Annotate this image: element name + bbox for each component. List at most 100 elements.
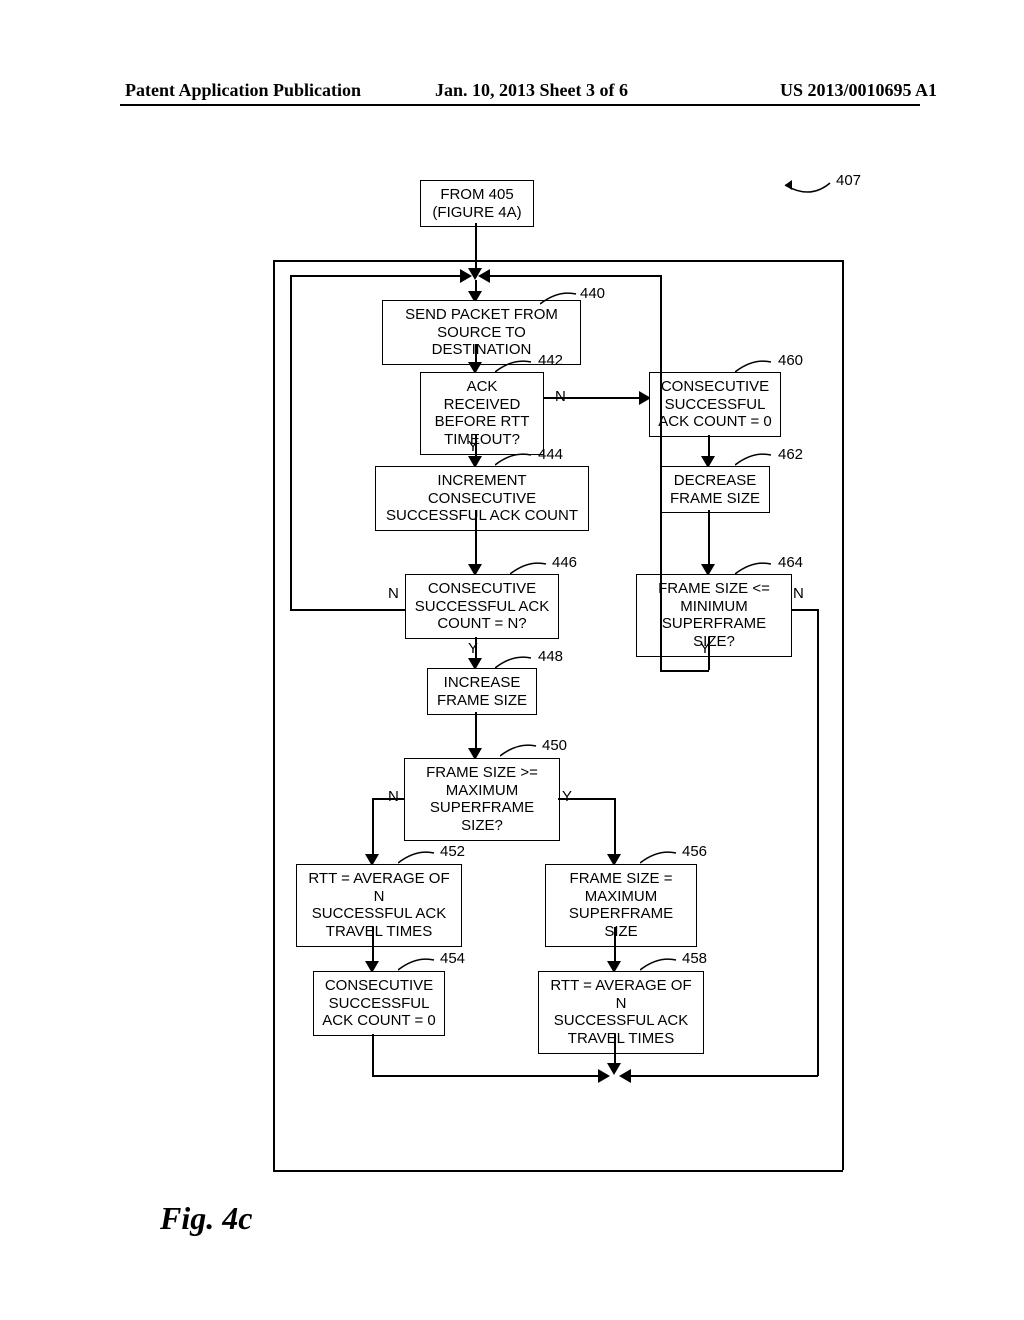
ref-454: 454	[440, 950, 465, 967]
b446-yes: Y	[468, 640, 478, 657]
box-442: ACK RECEIVED BEFORE RTT TIMEOUT?	[420, 372, 544, 455]
box-452: RTT = AVERAGE OF N SUCCESSFUL ACK TRAVEL…	[296, 864, 462, 947]
ref-462: 462	[778, 446, 803, 463]
conn-merge-rightloop	[625, 1075, 818, 1077]
conn-450-452-v	[372, 798, 374, 860]
b442-l2: BEFORE RTT	[435, 413, 530, 430]
ref-444-leader	[495, 451, 535, 469]
b440-l1: SEND PACKET FROM	[405, 306, 558, 323]
ref-446: 446	[552, 554, 577, 571]
box-448: INCREASE FRAME SIZE	[427, 668, 537, 715]
ref-464: 464	[778, 554, 803, 571]
ref-452-leader	[398, 849, 438, 867]
header-rule	[120, 104, 920, 106]
b464-no: N	[793, 585, 804, 602]
conn-450-452-h	[372, 798, 404, 800]
conn-464-Y-h	[660, 670, 709, 672]
figure-caption: Fig. 4c	[160, 1200, 252, 1237]
b440-l2: SOURCE TO DESTINATION	[432, 324, 532, 359]
b450-l1: FRAME SIZE >=	[426, 764, 538, 781]
ref-454-leader	[398, 956, 438, 974]
loop-446-vertical	[290, 275, 292, 610]
ref-462-leader	[735, 451, 775, 469]
conn-450-456-v	[614, 798, 616, 860]
b446-l2: SUCCESSFUL ACK	[415, 598, 549, 615]
arrowhead-junction-right	[478, 269, 490, 283]
b452-l1: RTT = AVERAGE OF N	[308, 870, 449, 905]
b454-l3: ACK COUNT = 0	[322, 1012, 436, 1029]
ref-452: 452	[440, 843, 465, 860]
b454-l1: CONSECUTIVE	[325, 977, 433, 994]
conn-454-merge	[372, 1075, 604, 1077]
ref-450-leader	[500, 742, 540, 760]
conn-444-446	[475, 510, 477, 570]
from-405-line1: FROM 405	[440, 186, 513, 203]
conn-450-456-h	[558, 798, 615, 800]
conn-442-460	[544, 397, 645, 399]
ref-444: 444	[538, 446, 563, 463]
b450-l2: MAXIMUM	[446, 782, 519, 799]
ref-440: 440	[580, 285, 605, 302]
ref-448-leader	[495, 654, 535, 672]
frame-top	[273, 260, 843, 262]
header-left: Patent Application Publication	[125, 80, 361, 101]
b462-l1: DECREASE	[674, 472, 757, 489]
box-462: DECREASE FRAME SIZE	[660, 466, 770, 513]
ref-440-leader	[540, 290, 580, 308]
ref-442-leader	[495, 358, 535, 376]
header-right: US 2013/0010695 A1	[780, 80, 937, 101]
ref-458: 458	[682, 950, 707, 967]
arrowhead-merge-left	[598, 1069, 610, 1083]
box-458: RTT = AVERAGE OF N SUCCESSFUL ACK TRAVEL…	[538, 971, 704, 1054]
b458-l1: RTT = AVERAGE OF N	[550, 977, 691, 1012]
box-from-405: FROM 405 (FIGURE 4A)	[420, 180, 534, 227]
ref-407: 407	[836, 172, 861, 189]
b458-l3: TRAVEL TIMES	[568, 1030, 674, 1047]
b454-l2: SUCCESSFUL	[329, 995, 430, 1012]
b448-l2: FRAME SIZE	[437, 692, 527, 709]
b450-l3: SUPERFRAME SIZE?	[430, 799, 534, 834]
ref-458-leader	[640, 956, 680, 974]
arrowhead-junction-left	[460, 269, 472, 283]
ref-464-leader	[735, 560, 775, 578]
b446-l1: CONSECUTIVE	[428, 580, 536, 597]
b448-l1: INCREASE	[444, 674, 521, 691]
b462-l2: FRAME SIZE	[670, 490, 760, 507]
box-456: FRAME SIZE = MAXIMUM SUPERFRAME SIZE	[545, 864, 697, 947]
frame-left	[273, 260, 275, 1170]
ref-446-leader	[510, 560, 550, 578]
conn-464-Y-v	[708, 637, 710, 670]
box-446: CONSECUTIVE SUCCESSFUL ACK COUNT = N?	[405, 574, 559, 639]
conn-454-merge-v	[372, 1034, 374, 1076]
ref-460-leader	[735, 358, 775, 376]
from-405-line2: (FIGURE 4A)	[432, 204, 521, 221]
b458-l2: SUCCESSFUL ACK	[554, 1012, 688, 1029]
b456-l3: SUPERFRAME SIZE	[569, 905, 673, 940]
frame-bottom	[273, 1170, 843, 1172]
b456-l2: MAXIMUM	[585, 888, 658, 905]
header-center: Jan. 10, 2013 Sheet 3 of 6	[435, 80, 628, 101]
ref-460: 460	[778, 352, 803, 369]
ref-448: 448	[538, 648, 563, 665]
box-454: CONSECUTIVE SUCCESSFUL ACK COUNT = 0	[313, 971, 445, 1036]
conn-462-464	[708, 510, 710, 570]
b442-l3: TIMEOUT?	[444, 431, 520, 448]
b464-l3: SUPERFRAME SIZE?	[662, 615, 766, 650]
b446-no: N	[388, 585, 399, 602]
b464-l2: MINIMUM	[680, 598, 748, 615]
box-460: CONSECUTIVE SUCCESSFUL ACK COUNT = 0	[649, 372, 781, 437]
box-444: INCREMENT CONSECUTIVE SUCCESSFUL ACK COU…	[375, 466, 589, 531]
ref-442: 442	[538, 352, 563, 369]
b442-l1: ACK RECEIVED	[444, 378, 521, 413]
b442-yes: Y	[468, 438, 478, 455]
arrowhead-merge-right	[619, 1069, 631, 1083]
b460-l3: ACK COUNT = 0	[658, 413, 772, 430]
b450-no: N	[388, 788, 399, 805]
b460-l2: SUCCESSFUL	[665, 396, 766, 413]
b444-l2: SUCCESSFUL ACK COUNT	[386, 507, 578, 524]
ref-456-leader	[640, 849, 680, 867]
box-450: FRAME SIZE >= MAXIMUM SUPERFRAME SIZE?	[404, 758, 560, 841]
b450-yes: Y	[562, 788, 572, 805]
ref-450: 450	[542, 737, 567, 754]
loop-right-vertical	[817, 609, 819, 1076]
